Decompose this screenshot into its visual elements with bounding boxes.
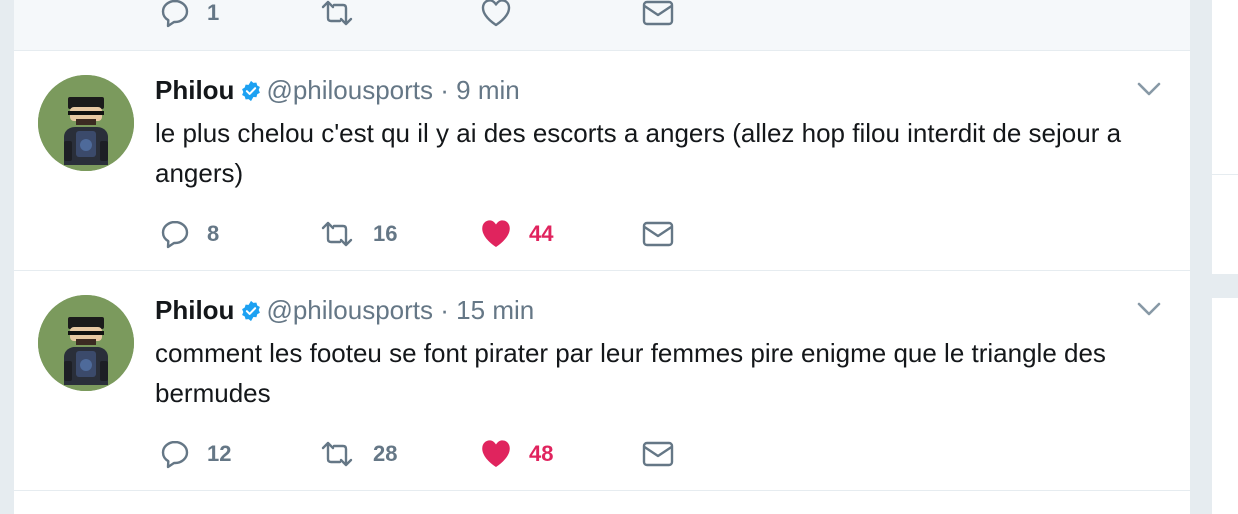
retweet-button[interactable] (317, 0, 357, 30)
tweet[interactable]: Philou @philousports · 9 min le plus chel… (14, 51, 1190, 271)
tweet-actions: 12 28 48 (159, 437, 759, 471)
timestamp[interactable]: 15 min (456, 295, 534, 325)
heart-filled-icon (482, 440, 510, 467)
reply-icon (161, 220, 189, 249)
timeline: 1 Philou @philousports · 9 min le plus c… (14, 0, 1190, 514)
avatar[interactable] (38, 295, 134, 391)
like-count: 48 (529, 441, 554, 466)
verified-badge-icon (240, 298, 262, 328)
chevron-down-icon (1137, 302, 1161, 316)
retweet-button[interactable]: 28 (317, 437, 397, 471)
username[interactable]: @philousports (266, 295, 433, 325)
tweet-header: Philou @philousports · 9 min (155, 75, 520, 108)
direct-message-button[interactable] (641, 217, 675, 251)
avatar-illustration (38, 295, 134, 391)
like-button[interactable]: 44 (479, 217, 553, 251)
reply-icon (161, 440, 189, 469)
retweet-count: 16 (373, 221, 398, 246)
reply-count: 1 (207, 0, 220, 25)
timestamp[interactable]: 9 min (456, 75, 520, 105)
avatar-illustration (38, 75, 134, 171)
retweet-icon (321, 0, 353, 26)
sidebar-gap (1212, 274, 1238, 298)
heart-filled-icon (482, 220, 510, 247)
like-count: 44 (529, 221, 554, 246)
sidebar-module (1212, 174, 1238, 275)
tweet-header: Philou @philousports · 15 min (155, 295, 534, 328)
reply-button[interactable]: 12 (159, 437, 231, 471)
retweet-icon (321, 441, 353, 467)
direct-message-button[interactable] (641, 0, 675, 30)
envelope-icon (642, 221, 674, 247)
avatar[interactable] (38, 75, 134, 171)
display-name[interactable]: Philou (155, 295, 234, 325)
username[interactable]: @philousports (266, 75, 433, 105)
tweet[interactable]: Philou @philousports · 15 min comment les… (14, 271, 1190, 491)
tweet-actions: 8 16 44 (159, 217, 759, 251)
reply-icon (161, 0, 189, 28)
separator: · (440, 295, 449, 325)
reply-button[interactable]: 1 (159, 0, 219, 30)
tweet-actions: 1 (159, 0, 759, 30)
chevron-down-icon (1137, 82, 1161, 96)
tweet-text: comment les footeu se font pirater par l… (155, 338, 1106, 408)
reply-button[interactable]: 8 (159, 217, 219, 251)
like-button[interactable] (479, 0, 513, 30)
separator: · (440, 75, 449, 105)
right-sidebar (1212, 0, 1238, 514)
like-button[interactable]: 48 (479, 437, 553, 471)
heart-icon (481, 0, 511, 27)
direct-message-button[interactable] (641, 437, 675, 471)
envelope-icon (642, 0, 674, 26)
retweet-button[interactable]: 16 (317, 217, 397, 251)
tweet-text: le plus chelou c'est qu il y ai des esco… (155, 118, 1122, 188)
display-name[interactable]: Philou (155, 75, 234, 105)
reply-count: 8 (207, 221, 220, 246)
retweet-icon (321, 221, 353, 247)
envelope-icon (642, 441, 674, 467)
retweet-count: 28 (373, 441, 398, 466)
more-options-button[interactable] (1136, 301, 1162, 322)
tweet-partial: 1 (14, 0, 1190, 51)
reply-count: 12 (207, 441, 232, 466)
verified-badge-icon (240, 78, 262, 108)
more-options-button[interactable] (1136, 81, 1162, 102)
